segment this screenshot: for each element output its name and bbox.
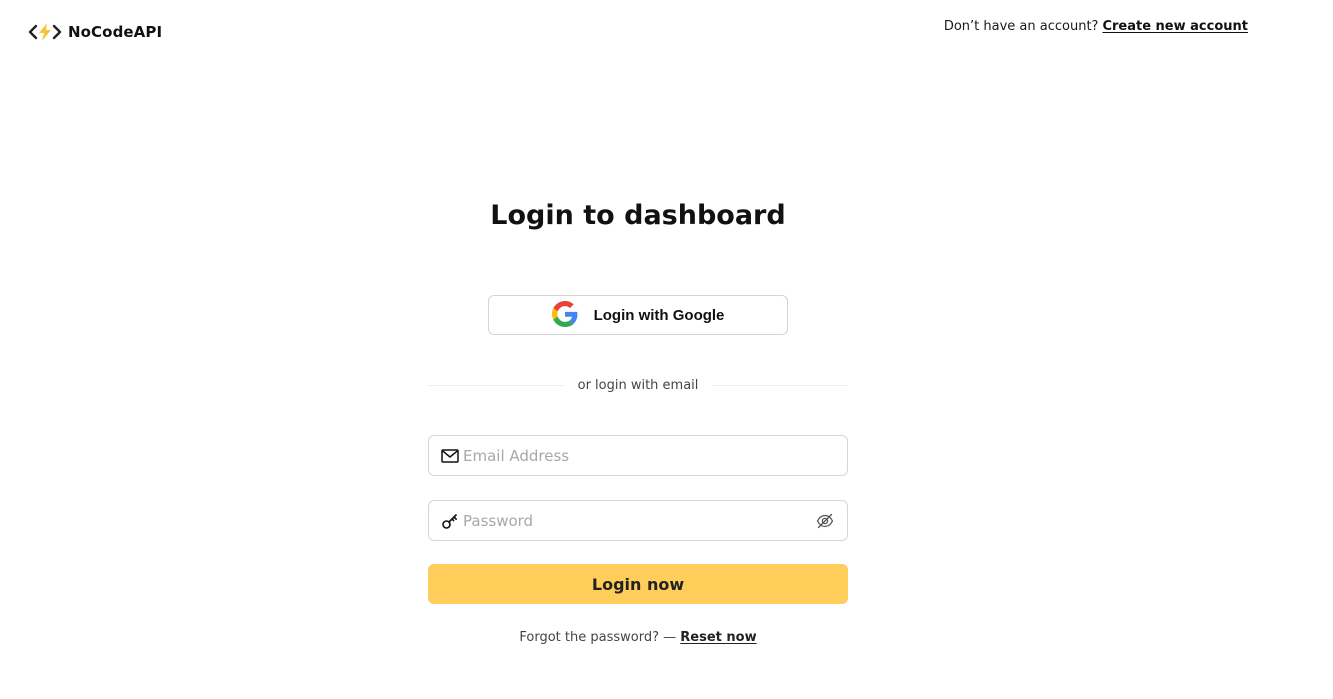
login-button[interactable]: Login now <box>428 564 848 604</box>
email-divider: or login with email <box>428 376 849 394</box>
page-title: Login to dashboard <box>490 200 786 231</box>
mail-icon <box>441 447 459 465</box>
forgot-password-text: Forgot the password? — <box>519 630 677 645</box>
google-icon <box>551 300 578 330</box>
forgot-password-row: Forgot the password? — Reset now <box>0 630 1276 645</box>
password-field-container <box>428 500 848 541</box>
brand-name: NoCodeAPI <box>68 23 163 41</box>
signup-prompt: Don’t have an account? Create new accoun… <box>944 19 1248 34</box>
login-page: NoCodeAPI Don’t have an account? Create … <box>0 0 1333 699</box>
divider-line-right <box>712 384 849 386</box>
divider-text: or login with email <box>577 377 699 393</box>
google-login-label: Login with Google <box>593 306 725 324</box>
google-login-button[interactable]: Login with Google <box>488 295 788 335</box>
brand-logo[interactable]: NoCodeAPI <box>28 20 162 44</box>
reset-password-link[interactable]: Reset now <box>680 630 756 645</box>
eye-off-icon[interactable] <box>815 511 835 531</box>
code-bolt-icon <box>28 22 62 42</box>
password-input[interactable] <box>463 511 815 530</box>
signup-prompt-text: Don’t have an account? <box>943 19 1099 34</box>
key-icon <box>441 512 459 530</box>
divider-line-left <box>428 384 564 386</box>
create-account-link[interactable]: Create new account <box>1102 19 1248 34</box>
email-field-container <box>428 435 848 476</box>
email-input[interactable] <box>463 446 835 465</box>
